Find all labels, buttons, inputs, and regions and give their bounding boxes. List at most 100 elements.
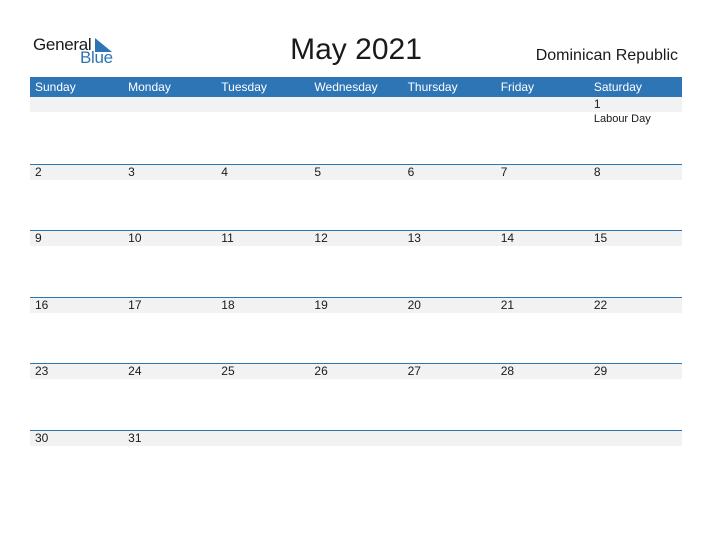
holiday-label: Labour Day	[593, 113, 651, 125]
day-number: 24	[128, 364, 142, 379]
holiday-label	[589, 446, 682, 447]
day-number: 14	[500, 231, 515, 246]
day-number: 28	[500, 364, 515, 379]
date-strip: 2 3 4 5 6 7 8	[30, 164, 682, 180]
holiday-label	[589, 180, 682, 181]
events-strip	[30, 246, 682, 247]
country-label: Dominican Republic	[535, 47, 678, 64]
calendar: Sunday Monday Tuesday Wednesday Thursday…	[30, 77, 682, 497]
holiday-label	[496, 112, 589, 125]
holiday-label	[496, 180, 589, 181]
weekday-header: Sunday Monday Tuesday Wednesday Thursday…	[30, 77, 682, 97]
day-number: 17	[128, 297, 142, 312]
holiday-label	[309, 379, 402, 380]
holiday-label	[496, 246, 589, 247]
holiday-label	[30, 446, 123, 447]
day-number: 5	[314, 164, 322, 179]
week-row: 1 Labour Day	[30, 97, 682, 164]
holiday-label	[123, 180, 216, 181]
week-row: 9 10 11 12 13 14 15	[30, 230, 682, 297]
day-number	[216, 97, 309, 112]
day-number: 22	[593, 297, 608, 312]
holiday-label	[403, 246, 496, 247]
day-number: 27	[407, 364, 421, 379]
week-row: 16 17 18 19 20 21 22	[30, 296, 682, 364]
holiday-label	[496, 379, 589, 380]
weekday-tuesday: Tuesday	[221, 80, 267, 94]
holiday-label	[309, 246, 402, 247]
day-number: 9	[35, 231, 42, 246]
day-number: 11	[221, 231, 234, 246]
day-number: 1	[593, 97, 601, 111]
week-row: 30 31	[30, 429, 682, 497]
day-number: 3	[128, 164, 135, 179]
day-number: 15	[593, 231, 608, 246]
date-strip: 16 17 18 19 20 21 22	[30, 297, 682, 313]
day-number	[123, 97, 216, 112]
date-strip: 30 31	[30, 430, 682, 446]
holiday-label	[589, 379, 682, 380]
holiday-label	[403, 313, 496, 314]
holiday-label	[123, 313, 216, 314]
holiday-label	[123, 379, 216, 380]
holiday-label	[123, 246, 216, 247]
holiday-label	[496, 313, 589, 314]
day-number	[403, 97, 496, 112]
week-row: 23 24 25 26 27 28 29	[30, 363, 682, 430]
day-number: 26	[314, 364, 328, 379]
date-strip: 9 10 11 12 13 14 15	[30, 231, 682, 247]
holiday-label	[30, 379, 123, 380]
day-number	[496, 431, 589, 446]
day-number: 21	[500, 297, 515, 312]
day-number: 19	[314, 297, 328, 312]
day-number: 10	[128, 231, 142, 246]
day-number: 30	[35, 430, 49, 445]
weekday-saturday: Saturday	[593, 80, 642, 94]
holiday-label	[589, 313, 682, 314]
day-number: 12	[314, 231, 328, 246]
weekday-friday: Friday	[500, 80, 535, 94]
holiday-label	[30, 112, 123, 125]
holiday-label	[309, 180, 402, 181]
day-number: 31	[128, 430, 142, 445]
holiday-label	[216, 246, 309, 247]
events-strip	[30, 180, 682, 181]
day-number	[496, 97, 589, 112]
day-number: 6	[407, 164, 415, 179]
holiday-label	[403, 112, 496, 125]
holiday-label	[123, 446, 216, 447]
day-number	[589, 431, 682, 446]
holiday-label	[309, 313, 402, 314]
day-number: 4	[221, 164, 228, 179]
date-strip: 1	[30, 97, 682, 112]
holiday-label	[216, 313, 309, 314]
weekday-thursday: Thursday	[407, 80, 458, 94]
events-strip	[30, 379, 682, 380]
day-number: 20	[407, 297, 421, 312]
holiday-label	[123, 112, 216, 125]
events-strip	[30, 313, 682, 314]
holiday-label	[216, 446, 309, 447]
holiday-label	[30, 313, 123, 314]
day-number: 8	[593, 164, 601, 179]
day-number: 7	[500, 164, 508, 179]
holiday-label	[309, 446, 402, 447]
day-number	[309, 97, 402, 112]
holiday-label	[30, 180, 123, 181]
day-number	[216, 431, 309, 446]
week-row: 2 3 4 5 6 7 8	[30, 163, 682, 231]
holiday-label	[589, 246, 682, 247]
day-number: 2	[35, 164, 42, 179]
day-number: 16	[35, 297, 49, 312]
weekday-monday: Monday	[128, 80, 171, 94]
day-number: 23	[35, 364, 49, 379]
day-number: 18	[221, 297, 235, 312]
weekday-wednesday: Wednesday	[314, 80, 378, 94]
date-strip: 23 24 25 26 27 28 29	[30, 364, 682, 380]
holiday-label	[309, 112, 402, 125]
day-number: 25	[221, 364, 235, 379]
holiday-label	[403, 379, 496, 380]
holiday-label	[403, 446, 496, 447]
holiday-label	[216, 112, 309, 125]
weekday-sunday: Sunday	[35, 80, 76, 94]
